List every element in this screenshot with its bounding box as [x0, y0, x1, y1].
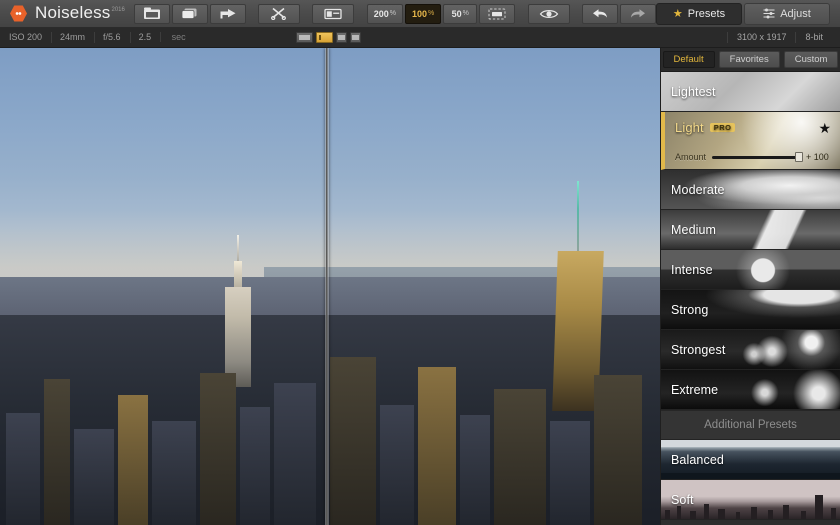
- preset-item-soft[interactable]: Soft: [661, 480, 840, 520]
- image-canvas[interactable]: [0, 48, 660, 525]
- preset-label: Moderate: [661, 183, 725, 197]
- preset-category-tabs: Default Favorites Custom: [661, 48, 840, 72]
- app-name: Noiseless: [35, 3, 111, 22]
- crop-button[interactable]: [258, 4, 300, 24]
- tab-favorites-label: Favorites: [730, 54, 769, 65]
- view-side-by-side-b[interactable]: [350, 32, 361, 43]
- undo-button[interactable]: [582, 4, 618, 24]
- filmstrip-group: [312, 4, 354, 24]
- zoom-50-button[interactable]: 50%: [443, 4, 477, 24]
- slider-handle[interactable]: [795, 152, 803, 162]
- view-split-vertical[interactable]: [316, 32, 333, 43]
- photo-nyc-skyline: [0, 48, 660, 525]
- zoom-50-unit: %: [463, 10, 469, 17]
- exif-aperture: f/5.6: [103, 32, 131, 43]
- hexagon-logo-icon: [10, 5, 27, 22]
- preset-label-text: Light: [675, 120, 704, 135]
- exif-focal-length: 24mm: [60, 32, 95, 43]
- app-title: Noiseless2016: [35, 3, 125, 23]
- image-bit-depth: 8-bit: [795, 32, 832, 43]
- presets-toggle-button[interactable]: [312, 4, 354, 24]
- zoom-level-group: 200% 100% 50%: [367, 4, 516, 24]
- amount-slider-row[interactable]: Amount + 100: [675, 152, 832, 162]
- preset-item-light[interactable]: Light PRO ★ Amount + 100: [661, 112, 840, 170]
- tab-custom[interactable]: Custom: [784, 51, 839, 68]
- preset-item-intense[interactable]: Intense: [661, 250, 840, 290]
- exif-shutter-speed: 2.5 sec: [139, 32, 212, 43]
- sliders-icon: [763, 8, 775, 19]
- tab-presets-label: Presets: [688, 8, 725, 20]
- zoom-200-unit: %: [390, 10, 396, 17]
- pro-badge: PRO: [710, 123, 736, 132]
- redo-button[interactable]: [620, 4, 656, 24]
- preset-label: Strong: [661, 303, 708, 317]
- preset-label: Lightest: [661, 85, 716, 99]
- tab-default-label: Default: [674, 54, 704, 65]
- tab-presets[interactable]: ★ Presets: [656, 3, 742, 25]
- exif-shutter-value: 2.5: [139, 32, 162, 42]
- open-image-button[interactable]: [134, 4, 170, 24]
- preset-item-lightest[interactable]: Lightest: [661, 72, 840, 112]
- compare-group: [528, 4, 570, 24]
- zoom-100-button[interactable]: 100%: [405, 4, 441, 24]
- preset-label: Light PRO: [665, 112, 735, 135]
- top-toolbar: Noiseless2016 200%: [0, 0, 840, 28]
- preset-item-strongest[interactable]: Strongest: [661, 330, 840, 370]
- zoom-200-label: 200: [374, 9, 389, 19]
- tab-adjust-label: Adjust: [780, 8, 811, 20]
- zoom-100-unit: %: [428, 10, 434, 17]
- batch-button[interactable]: [172, 4, 208, 24]
- preset-item-moderate[interactable]: Moderate: [661, 170, 840, 210]
- amount-label: Amount: [675, 152, 706, 162]
- main-area: Default Favorites Custom Lightest Light P…: [0, 48, 840, 525]
- amount-slider[interactable]: [712, 156, 800, 159]
- star-icon: ★: [673, 7, 683, 20]
- view-side-by-side-a[interactable]: [336, 32, 347, 43]
- image-dimensions: 3100 x 1917: [727, 32, 796, 43]
- exif-shutter-unit: sec: [172, 32, 195, 42]
- image-meta-group: 3100 x 1917 8-bit: [727, 32, 840, 43]
- preset-item-strong[interactable]: Strong: [661, 290, 840, 330]
- edit-button-group: [258, 4, 300, 24]
- exif-iso: ISO 200: [9, 32, 52, 43]
- preset-label: Extreme: [661, 383, 718, 397]
- amount-value: + 100: [806, 152, 832, 162]
- image-info-bar: ISO 200 24mm f/5.6 2.5 sec 3100 x 1917 8…: [0, 28, 840, 48]
- star-icon[interactable]: ★: [818, 120, 831, 137]
- history-group: [582, 4, 656, 24]
- tab-default[interactable]: Default: [663, 51, 715, 68]
- app-window: Noiseless2016 200%: [0, 0, 840, 525]
- preset-label: Balanced: [661, 453, 724, 467]
- presets-panel: Default Favorites Custom Lightest Light P…: [660, 48, 840, 525]
- view-mode-group: [296, 32, 361, 43]
- exif-group: ISO 200 24mm f/5.6 2.5 sec: [0, 32, 220, 43]
- app-logo: Noiseless2016: [0, 4, 134, 24]
- preset-item-extreme[interactable]: Extreme: [661, 370, 840, 410]
- compare-eye-button[interactable]: [528, 4, 570, 24]
- preset-label: Strongest: [661, 343, 725, 357]
- mode-tab-group: ★ Presets Adjust: [656, 0, 840, 27]
- zoom-50-label: 50: [452, 9, 462, 19]
- fit-to-screen-button[interactable]: [479, 4, 515, 24]
- additional-presets-header: Additional Presets: [661, 410, 840, 440]
- before-after-split-handle[interactable]: [325, 48, 329, 525]
- tab-custom-label: Custom: [795, 54, 828, 65]
- preset-label: Intense: [661, 263, 713, 277]
- tab-adjust[interactable]: Adjust: [744, 3, 830, 25]
- tab-favorites[interactable]: Favorites: [719, 51, 780, 68]
- preset-item-balanced[interactable]: Balanced: [661, 440, 840, 480]
- preset-label: Soft: [661, 493, 694, 507]
- share-button[interactable]: [210, 4, 246, 24]
- file-button-group: [134, 4, 246, 24]
- preset-item-medium[interactable]: Medium: [661, 210, 840, 250]
- preset-label: Medium: [661, 223, 716, 237]
- preset-list[interactable]: Lightest Light PRO ★ Amount + 100: [661, 72, 840, 525]
- view-single[interactable]: [296, 32, 313, 43]
- zoom-200-button[interactable]: 200%: [367, 4, 403, 24]
- zoom-100-label: 100: [412, 9, 427, 19]
- app-year: 2016: [112, 7, 125, 13]
